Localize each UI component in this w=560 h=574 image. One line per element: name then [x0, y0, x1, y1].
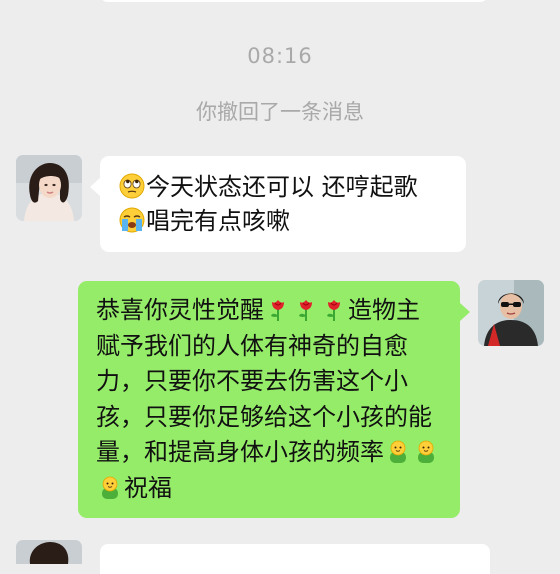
recall-notice: 你撤回了一条消息 — [196, 100, 364, 124]
rolling-eyes-emoji-icon — [119, 173, 145, 199]
baby-icon — [413, 438, 439, 464]
contact-avatar[interactable] — [16, 155, 82, 221]
message-timestamp: 08:16 — [247, 44, 313, 68]
previous-message-bubble[interactable] — [100, 0, 488, 2]
crying-face-emoji-icon — [119, 207, 145, 233]
contact-avatar[interactable] — [16, 540, 82, 564]
incoming-message-text: 今天状态还可以 还哼起歌 — [146, 173, 418, 201]
rose-icon — [293, 296, 319, 322]
outgoing-message-text: 恭喜你灵性觉醒 — [96, 296, 264, 324]
rose-icon — [321, 296, 347, 322]
my-avatar[interactable] — [478, 280, 544, 346]
next-message-bubble[interactable] — [100, 544, 490, 574]
rose-icon — [265, 296, 291, 322]
incoming-message-text-2: 唱完有点咳嗽 — [146, 207, 290, 235]
baby-icon — [385, 438, 411, 464]
outgoing-message-text-3: 祝福 — [124, 473, 172, 502]
outgoing-message-bubble[interactable]: 恭喜你灵性觉醒 造物主赋予我们的人体有神奇的自愈力，只要你不要去伤害这个小孩，只要… — [78, 281, 470, 518]
baby-icon — [97, 474, 123, 500]
incoming-message-bubble[interactable]: 今天状态还可以 还哼起歌 唱完有点咳嗽 — [90, 156, 466, 252]
